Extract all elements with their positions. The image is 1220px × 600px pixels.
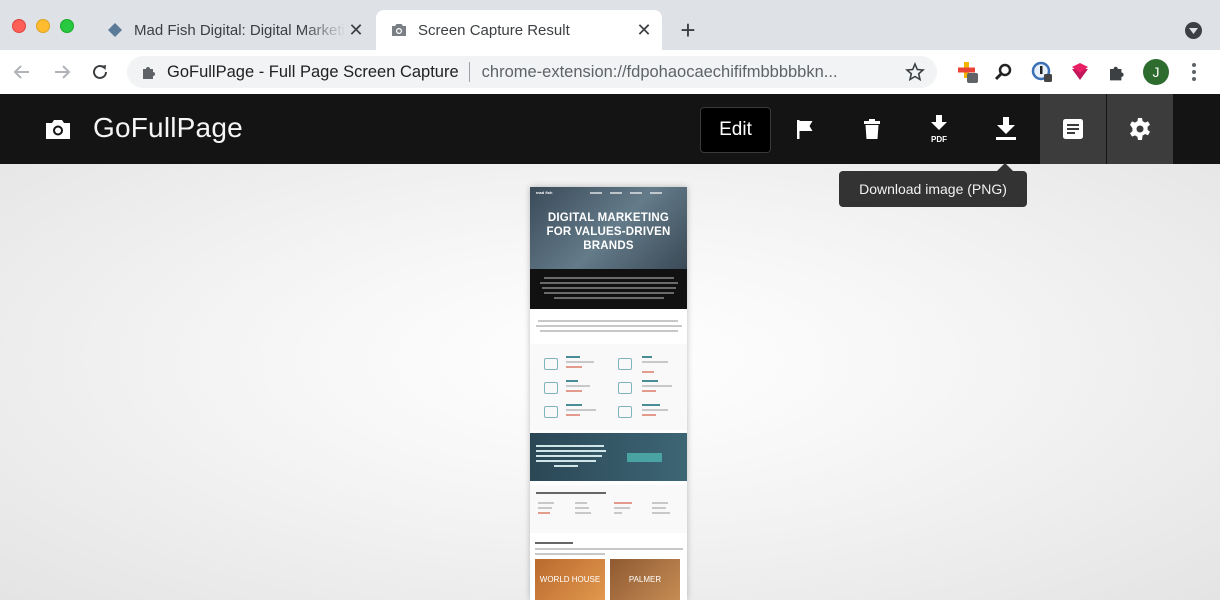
password-icon[interactable] (1030, 60, 1054, 84)
diamond-favicon-icon (106, 21, 124, 39)
url-text[interactable]: chrome-extension://fdpohaocaechififmbbbb… (482, 63, 903, 82)
tab-title: Screen Capture Result (418, 21, 570, 39)
preview-logo: mad fish (536, 190, 553, 195)
close-window-button[interactable] (12, 19, 26, 33)
camera-favicon-icon (390, 21, 408, 39)
tab-search-chevron-icon[interactable] (1185, 22, 1202, 39)
puzzle-icon (140, 63, 160, 81)
close-tab-icon[interactable]: ✕ (346, 20, 366, 40)
trash-icon[interactable] (839, 94, 905, 164)
preview-nav (590, 192, 680, 194)
zoom-window-button[interactable] (60, 19, 74, 33)
gear-icon[interactable] (1107, 94, 1173, 164)
preview-card-1: WORLD HOUSE (535, 559, 605, 600)
preview-services-grid (530, 344, 687, 430)
pdf-label: PDF (931, 135, 947, 144)
address-bar[interactable]: GoFullPage - Full Page Screen Capture ch… (127, 56, 937, 88)
edit-button[interactable]: Edit (700, 107, 771, 153)
document-icon[interactable] (1040, 94, 1106, 164)
tab-mad-fish[interactable]: Mad Fish Digital: Digital Marketing ✕ (92, 10, 374, 50)
preview-hero-title: DIGITAL MARKETING FOR VALUES-DRIVEN BRAN… (546, 212, 671, 252)
preview-cta-band (530, 433, 687, 481)
close-tab-icon[interactable]: ✕ (634, 20, 654, 40)
reload-icon[interactable] (88, 60, 112, 84)
preview-hero: mad fish DIGITAL MARKETING FOR VALUES-DR… (530, 187, 687, 309)
preview-intro-band (530, 269, 687, 309)
tab-screen-capture[interactable]: Screen Capture Result ✕ (376, 10, 662, 50)
profile-avatar[interactable]: J (1143, 59, 1169, 85)
download-arrow-icon[interactable] (1068, 60, 1092, 84)
preview-case-studies: WORLD HOUSE PALMER (530, 559, 687, 600)
gofullpage-header: GoFullPage Edit PDF (0, 94, 1220, 164)
flag-icon[interactable] (772, 94, 838, 164)
download-png-icon[interactable] (973, 94, 1039, 164)
new-tab-plus-icon[interactable]: + (676, 17, 700, 43)
minimize-window-button[interactable] (36, 19, 50, 33)
preview-capabilities (530, 485, 687, 533)
extension-name: GoFullPage - Full Page Screen Capture (167, 62, 459, 81)
camera-icon (44, 115, 72, 143)
tab-title: Mad Fish Digital: Digital Marketing (134, 21, 346, 39)
download-pdf-icon[interactable]: PDF (906, 94, 972, 164)
puzzle-icon[interactable] (1105, 60, 1129, 84)
app-title: GoFullPage (93, 112, 243, 143)
browser-menu-icon[interactable] (1184, 61, 1204, 83)
preview-cta-button (627, 453, 662, 462)
forward-arrow-icon[interactable] (50, 60, 74, 84)
download-png-tooltip: Download image (PNG) (839, 171, 1027, 207)
address-divider (468, 62, 470, 82)
browser-toolbar: GoFullPage - Full Page Screen Capture ch… (0, 50, 1220, 94)
magnifier-icon[interactable] (992, 60, 1016, 84)
tooltip-arrow (997, 163, 1013, 171)
back-arrow-icon[interactable] (10, 60, 34, 84)
tab-strip: Mad Fish Digital: Digital Marketing ✕ Sc… (0, 0, 1220, 50)
captured-page-thumbnail[interactable]: mad fish DIGITAL MARKETING FOR VALUES-DR… (530, 187, 687, 600)
bookmark-star-icon[interactable] (903, 62, 927, 82)
preview-card-2: PALMER (610, 559, 680, 600)
colorful-plus-icon[interactable] (956, 60, 980, 84)
